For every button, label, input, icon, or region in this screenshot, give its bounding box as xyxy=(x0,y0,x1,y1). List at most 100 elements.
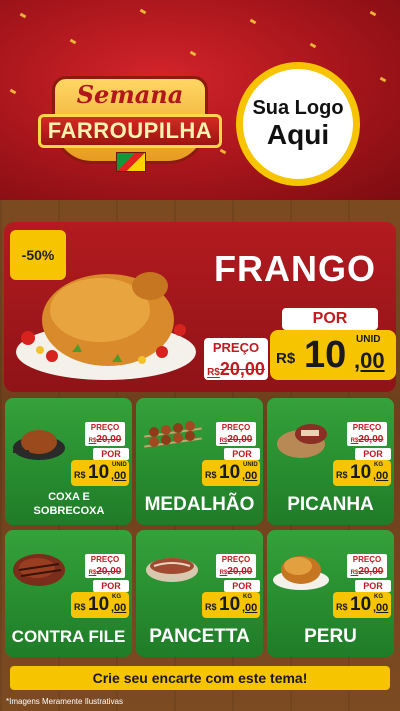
discount-badge: -50% xyxy=(10,230,66,280)
new-price-integer: 10 xyxy=(219,462,241,483)
product-card: PREÇO R$20,00 POR R$ 10 UNID ,00 MEDALHÃ… xyxy=(136,398,263,525)
confetti-decoration xyxy=(139,8,147,15)
price-label: PREÇO xyxy=(85,554,125,566)
price-unit: UNID xyxy=(356,334,381,345)
new-price-decimal: ,00 xyxy=(242,470,258,482)
confetti-decoration xyxy=(249,18,257,25)
new-price-currency: R$ xyxy=(205,602,217,612)
confetti-decoration xyxy=(69,38,77,45)
product-card: PREÇO R$20,00 POR R$ 10 KG ,00 PERU xyxy=(267,530,394,657)
old-price-value: 20,00 xyxy=(358,434,384,445)
pancetta-image xyxy=(146,558,198,582)
price-unit: KG xyxy=(374,594,383,600)
product-card: PREÇO R$20,00 POR R$ 10 KG ,00 PANCETTA xyxy=(136,530,263,657)
skewers-image xyxy=(144,421,202,448)
new-price: R$ 10 UNID ,00 xyxy=(71,460,129,486)
new-price-currency: R$ xyxy=(205,470,217,480)
new-price: R$ 10 KG ,00 xyxy=(333,460,391,486)
product-card: PREÇO R$20,00 POR R$ 10 KG ,00 PICANHA xyxy=(267,398,394,525)
steak-image xyxy=(13,554,65,586)
new-price: R$ 10 UNID ,00 xyxy=(270,330,396,380)
por-label: POR xyxy=(224,448,260,460)
old-price-value: 20,00 xyxy=(227,434,253,445)
new-price-currency: R$ xyxy=(74,602,86,612)
disclaimer-text: *Imagens Meramente Ilustrativas xyxy=(6,697,123,706)
por-label: POR xyxy=(355,580,391,592)
old-price: R$20,00 xyxy=(85,566,125,578)
confetti-decoration xyxy=(9,88,17,95)
old-price-value: 20,00 xyxy=(96,434,122,445)
product-name: PICANHA xyxy=(287,494,374,515)
price-label: PREÇO xyxy=(85,422,125,434)
new-price-integer: 10 xyxy=(88,462,110,483)
new-price-decimal: ,00 xyxy=(111,602,127,614)
new-price-integer: 10 xyxy=(88,594,110,615)
picanha-image xyxy=(277,424,327,458)
price-label: PREÇO xyxy=(347,554,387,566)
price-unit: UNID xyxy=(112,462,127,468)
product-card: PREÇO R$20,00 POR R$ 10 UNID ,00 COXA E … xyxy=(5,398,132,525)
confetti-decoration xyxy=(379,76,387,83)
old-price: R$20,00 xyxy=(85,434,125,446)
store-logo-placeholder: Sua Logo Aqui xyxy=(236,62,360,186)
new-price: R$ 10 KG ,00 xyxy=(71,592,129,618)
create-flyer-banner[interactable]: Crie seu encarte com este tema! xyxy=(10,666,390,690)
por-label: POR xyxy=(93,448,129,460)
event-title-main: FARROUPILHA xyxy=(38,114,222,148)
logo-line-2: Aqui xyxy=(266,119,330,150)
product-name: PANCETTA xyxy=(149,626,250,647)
featured-product-card: -50% FRANGO PREÇO R$20,00 POR R$ 10 UNID… xyxy=(4,222,396,392)
price-unit: UNID xyxy=(243,462,258,468)
product-name: COXA E SOBRECOXA xyxy=(33,491,105,517)
new-price-integer: 10 xyxy=(219,594,241,615)
new-price-decimal: ,00 xyxy=(242,602,258,614)
logo-line-1: Sua Logo xyxy=(252,97,344,119)
por-label: POR xyxy=(355,448,391,460)
price-label: PREÇO xyxy=(204,338,268,358)
chicken-leg-image xyxy=(13,430,65,460)
old-price: R$20,00 xyxy=(347,566,387,578)
old-price-currency: R$ xyxy=(207,367,220,378)
price-label: PREÇO xyxy=(216,422,256,434)
confetti-decoration xyxy=(189,50,197,57)
new-price: R$ 10 KG ,00 xyxy=(202,592,260,618)
old-price-value: 20,00 xyxy=(227,566,253,577)
old-price-value: 20,00 xyxy=(219,359,265,379)
event-logo: Semana FARROUPILHA xyxy=(38,66,222,172)
new-price: R$ 10 UNID ,00 xyxy=(202,460,260,486)
price-unit: KG xyxy=(112,594,121,600)
old-price: R$20,00 xyxy=(216,434,256,446)
price-unit: KG xyxy=(374,462,383,468)
featured-product-name: FRANGO xyxy=(214,248,376,289)
product-name: MEDALHÃO xyxy=(144,494,255,515)
old-price: R$20,00 xyxy=(204,358,268,380)
flag-icon xyxy=(116,152,146,172)
old-price-value: 20,00 xyxy=(358,566,384,577)
new-price-decimal: ,00 xyxy=(354,348,385,373)
product-card: PREÇO R$20,00 POR R$ 10 KG ,00 CONTRA FI… xyxy=(5,530,132,657)
new-price-decimal: ,00 xyxy=(111,470,127,482)
new-price: R$ 10 KG ,00 xyxy=(333,592,391,618)
new-price-integer: 10 xyxy=(350,462,372,483)
old-price: R$20,00 xyxy=(216,566,256,578)
confetti-decoration xyxy=(309,42,317,49)
new-price-decimal: ,00 xyxy=(373,470,389,482)
price-label: PREÇO xyxy=(216,554,256,566)
price-label: PREÇO xyxy=(347,422,387,434)
new-price-currency: R$ xyxy=(336,470,348,480)
por-label: POR xyxy=(282,308,378,330)
new-price-currency: R$ xyxy=(336,602,348,612)
confetti-decoration xyxy=(369,10,377,17)
new-price-decimal: ,00 xyxy=(373,602,389,614)
product-name: CONTRA FILE xyxy=(11,627,126,646)
new-price-currency: R$ xyxy=(276,350,296,367)
old-price: R$20,00 xyxy=(347,434,387,446)
new-price-currency: R$ xyxy=(74,470,86,480)
turkey-image xyxy=(273,556,329,590)
por-label: POR xyxy=(93,580,129,592)
old-price-value: 20,00 xyxy=(96,566,122,577)
confetti-decoration xyxy=(19,12,27,19)
product-name: PERU xyxy=(304,626,357,647)
event-title-top: Semana xyxy=(76,80,184,109)
new-price-integer: 10 xyxy=(350,594,372,615)
